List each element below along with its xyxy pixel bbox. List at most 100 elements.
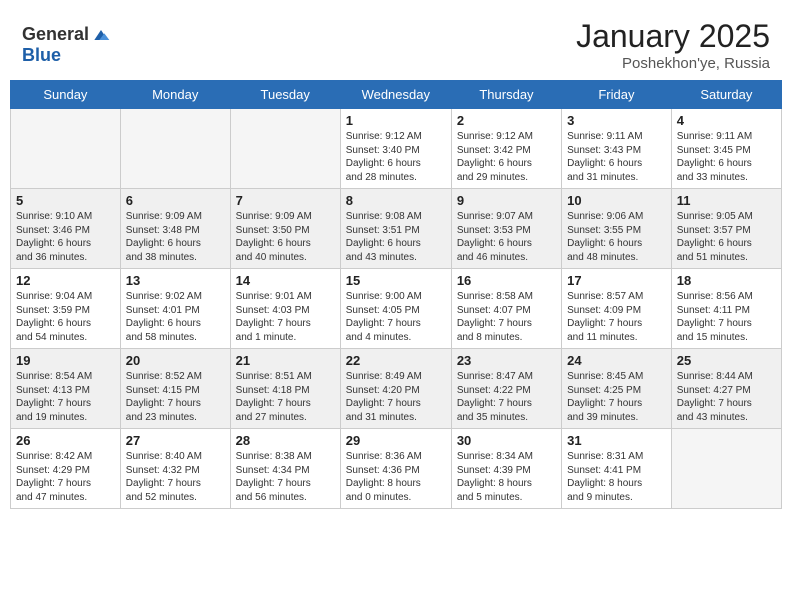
day-info: Sunrise: 9:01 AM Sunset: 4:03 PM Dayligh… bbox=[236, 290, 335, 344]
calendar-day-cell: 26 Sunrise: 8:42 AM Sunset: 4:29 PM Dayli… bbox=[11, 429, 121, 509]
day-number: 10 bbox=[567, 193, 666, 208]
calendar-day-cell: 24 Sunrise: 8:45 AM Sunset: 4:25 PM Dayli… bbox=[562, 349, 672, 429]
day-number: 12 bbox=[16, 273, 115, 288]
day-number: 31 bbox=[567, 433, 666, 448]
calendar-day-cell: 13 Sunrise: 9:02 AM Sunset: 4:01 PM Dayli… bbox=[120, 269, 230, 349]
calendar-day-cell: 3 Sunrise: 9:11 AM Sunset: 3:43 PM Daylig… bbox=[562, 109, 672, 189]
day-info: Sunrise: 8:31 AM Sunset: 4:41 PM Dayligh… bbox=[567, 450, 666, 504]
day-number: 6 bbox=[126, 193, 225, 208]
day-number: 29 bbox=[346, 433, 446, 448]
title-section: January 2025 Poshekhon'ye, Russia bbox=[576, 18, 770, 72]
day-info: Sunrise: 8:38 AM Sunset: 4:34 PM Dayligh… bbox=[236, 450, 335, 504]
day-info: Sunrise: 8:56 AM Sunset: 4:11 PM Dayligh… bbox=[677, 290, 776, 344]
day-info: Sunrise: 8:52 AM Sunset: 4:15 PM Dayligh… bbox=[126, 370, 225, 424]
calendar-day-cell: 29 Sunrise: 8:36 AM Sunset: 4:36 PM Dayli… bbox=[340, 429, 451, 509]
calendar-day-cell: 19 Sunrise: 8:54 AM Sunset: 4:13 PM Dayli… bbox=[11, 349, 121, 429]
page-header: General Blue January 2025 Poshekhon'ye, … bbox=[10, 10, 782, 76]
calendar-day-cell: 2 Sunrise: 9:12 AM Sunset: 3:42 PM Daylig… bbox=[451, 109, 561, 189]
calendar-day-cell: 28Sunrise: 8:38 AM Sunset: 4:34 PM Dayli… bbox=[230, 429, 340, 509]
day-number: 8 bbox=[346, 193, 446, 208]
month-year-title: January 2025 bbox=[576, 18, 770, 55]
day-info: Sunrise: 8:40 AM Sunset: 4:32 PM Dayligh… bbox=[126, 450, 225, 504]
calendar-day-cell: 9 Sunrise: 9:07 AM Sunset: 3:53 PM Daylig… bbox=[451, 189, 561, 269]
day-of-week-header: Sunday bbox=[11, 81, 121, 109]
day-of-week-header: Monday bbox=[120, 81, 230, 109]
day-info: Sunrise: 8:58 AM Sunset: 4:07 PM Dayligh… bbox=[457, 290, 556, 344]
location-text: Poshekhon'ye, Russia bbox=[576, 55, 770, 72]
day-info: Sunrise: 8:36 AM Sunset: 4:36 PM Dayligh… bbox=[346, 450, 446, 504]
day-info: Sunrise: 8:49 AM Sunset: 4:20 PM Dayligh… bbox=[346, 370, 446, 424]
calendar-day-cell: 5 Sunrise: 9:10 AM Sunset: 3:46 PM Daylig… bbox=[11, 189, 121, 269]
day-info: Sunrise: 9:11 AM Sunset: 3:45 PM Dayligh… bbox=[677, 130, 776, 184]
day-info: Sunrise: 9:08 AM Sunset: 3:51 PM Dayligh… bbox=[346, 210, 446, 264]
day-info: Sunrise: 9:09 AM Sunset: 3:50 PM Dayligh… bbox=[236, 210, 335, 264]
day-info: Sunrise: 8:34 AM Sunset: 4:39 PM Dayligh… bbox=[457, 450, 556, 504]
day-of-week-header: Tuesday bbox=[230, 81, 340, 109]
day-info: Sunrise: 8:54 AM Sunset: 4:13 PM Dayligh… bbox=[16, 370, 115, 424]
day-number: 30 bbox=[457, 433, 556, 448]
day-info: Sunrise: 9:00 AM Sunset: 4:05 PM Dayligh… bbox=[346, 290, 446, 344]
day-info: Sunrise: 9:07 AM Sunset: 3:53 PM Dayligh… bbox=[457, 210, 556, 264]
logo-icon bbox=[91, 25, 111, 45]
day-number: 15 bbox=[346, 273, 446, 288]
day-info: Sunrise: 9:12 AM Sunset: 3:42 PM Dayligh… bbox=[457, 130, 556, 184]
calendar-day-cell: 23 Sunrise: 8:47 AM Sunset: 4:22 PM Dayli… bbox=[451, 349, 561, 429]
day-number: 21 bbox=[236, 353, 335, 368]
day-number: 16 bbox=[457, 273, 556, 288]
calendar-day-cell: 17 Sunrise: 8:57 AM Sunset: 4:09 PM Dayli… bbox=[562, 269, 672, 349]
calendar-day-cell: 25Sunrise: 8:44 AM Sunset: 4:27 PM Dayli… bbox=[671, 349, 781, 429]
day-of-week-header: Thursday bbox=[451, 81, 561, 109]
day-of-week-header: Saturday bbox=[671, 81, 781, 109]
calendar-day-cell: 18Sunrise: 8:56 AM Sunset: 4:11 PM Dayli… bbox=[671, 269, 781, 349]
day-info: Sunrise: 9:04 AM Sunset: 3:59 PM Dayligh… bbox=[16, 290, 115, 344]
day-info: Sunrise: 9:10 AM Sunset: 3:46 PM Dayligh… bbox=[16, 210, 115, 264]
day-number: 5 bbox=[16, 193, 115, 208]
day-number: 26 bbox=[16, 433, 115, 448]
calendar-day-cell: 12 Sunrise: 9:04 AM Sunset: 3:59 PM Dayli… bbox=[11, 269, 121, 349]
day-info: Sunrise: 8:42 AM Sunset: 4:29 PM Dayligh… bbox=[16, 450, 115, 504]
day-info: Sunrise: 9:05 AM Sunset: 3:57 PM Dayligh… bbox=[677, 210, 776, 264]
day-number: 9 bbox=[457, 193, 556, 208]
day-number: 19 bbox=[16, 353, 115, 368]
day-info: Sunrise: 9:11 AM Sunset: 3:43 PM Dayligh… bbox=[567, 130, 666, 184]
logo-blue-text: Blue bbox=[22, 45, 61, 65]
calendar-day-cell: 10 Sunrise: 9:06 AM Sunset: 3:55 PM Dayli… bbox=[562, 189, 672, 269]
calendar-day-cell: 16 Sunrise: 8:58 AM Sunset: 4:07 PM Dayli… bbox=[451, 269, 561, 349]
calendar-day-cell: 21 Sunrise: 8:51 AM Sunset: 4:18 PM Dayli… bbox=[230, 349, 340, 429]
day-info: Sunrise: 9:02 AM Sunset: 4:01 PM Dayligh… bbox=[126, 290, 225, 344]
day-info: Sunrise: 9:06 AM Sunset: 3:55 PM Dayligh… bbox=[567, 210, 666, 264]
calendar-day-cell: 8 Sunrise: 9:08 AM Sunset: 3:51 PM Daylig… bbox=[340, 189, 451, 269]
calendar-day-cell: 27 Sunrise: 8:40 AM Sunset: 4:32 PM Dayli… bbox=[120, 429, 230, 509]
day-info: Sunrise: 8:51 AM Sunset: 4:18 PM Dayligh… bbox=[236, 370, 335, 424]
day-number: 2 bbox=[457, 113, 556, 128]
day-number: 20 bbox=[126, 353, 225, 368]
day-info: Sunrise: 8:57 AM Sunset: 4:09 PM Dayligh… bbox=[567, 290, 666, 344]
calendar-week-row: 12 Sunrise: 9:04 AM Sunset: 3:59 PM Dayli… bbox=[11, 269, 782, 349]
day-number: 17 bbox=[567, 273, 666, 288]
calendar-week-row: 26 Sunrise: 8:42 AM Sunset: 4:29 PM Dayli… bbox=[11, 429, 782, 509]
day-number: 14 bbox=[236, 273, 335, 288]
day-number: 23 bbox=[457, 353, 556, 368]
day-number: 7 bbox=[236, 193, 335, 208]
calendar-table: SundayMondayTuesdayWednesdayThursdayFrid… bbox=[10, 80, 782, 509]
day-info: Sunrise: 8:47 AM Sunset: 4:22 PM Dayligh… bbox=[457, 370, 556, 424]
day-number: 13 bbox=[126, 273, 225, 288]
calendar-day-cell: 7 Sunrise: 9:09 AM Sunset: 3:50 PM Daylig… bbox=[230, 189, 340, 269]
calendar-day-cell bbox=[230, 109, 340, 189]
day-number: 1 bbox=[346, 113, 446, 128]
calendar-day-cell: 31 Sunrise: 8:31 AM Sunset: 4:41 PM Dayli… bbox=[562, 429, 672, 509]
day-number: 11 bbox=[677, 193, 776, 208]
day-number: 25 bbox=[677, 353, 776, 368]
day-number: 27 bbox=[126, 433, 225, 448]
calendar-week-row: 5 Sunrise: 9:10 AM Sunset: 3:46 PM Daylig… bbox=[11, 189, 782, 269]
calendar-day-cell bbox=[671, 429, 781, 509]
day-number: 24 bbox=[567, 353, 666, 368]
calendar-day-cell: 4 Sunrise: 9:11 AM Sunset: 3:45 PM Daylig… bbox=[671, 109, 781, 189]
day-number: 3 bbox=[567, 113, 666, 128]
calendar-day-cell: 11 Sunrise: 9:05 AM Sunset: 3:57 PM Dayli… bbox=[671, 189, 781, 269]
calendar-week-row: 19 Sunrise: 8:54 AM Sunset: 4:13 PM Dayli… bbox=[11, 349, 782, 429]
day-number: 4 bbox=[677, 113, 776, 128]
day-number: 22 bbox=[346, 353, 446, 368]
day-of-week-header: Friday bbox=[562, 81, 672, 109]
day-info: Sunrise: 8:45 AM Sunset: 4:25 PM Dayligh… bbox=[567, 370, 666, 424]
